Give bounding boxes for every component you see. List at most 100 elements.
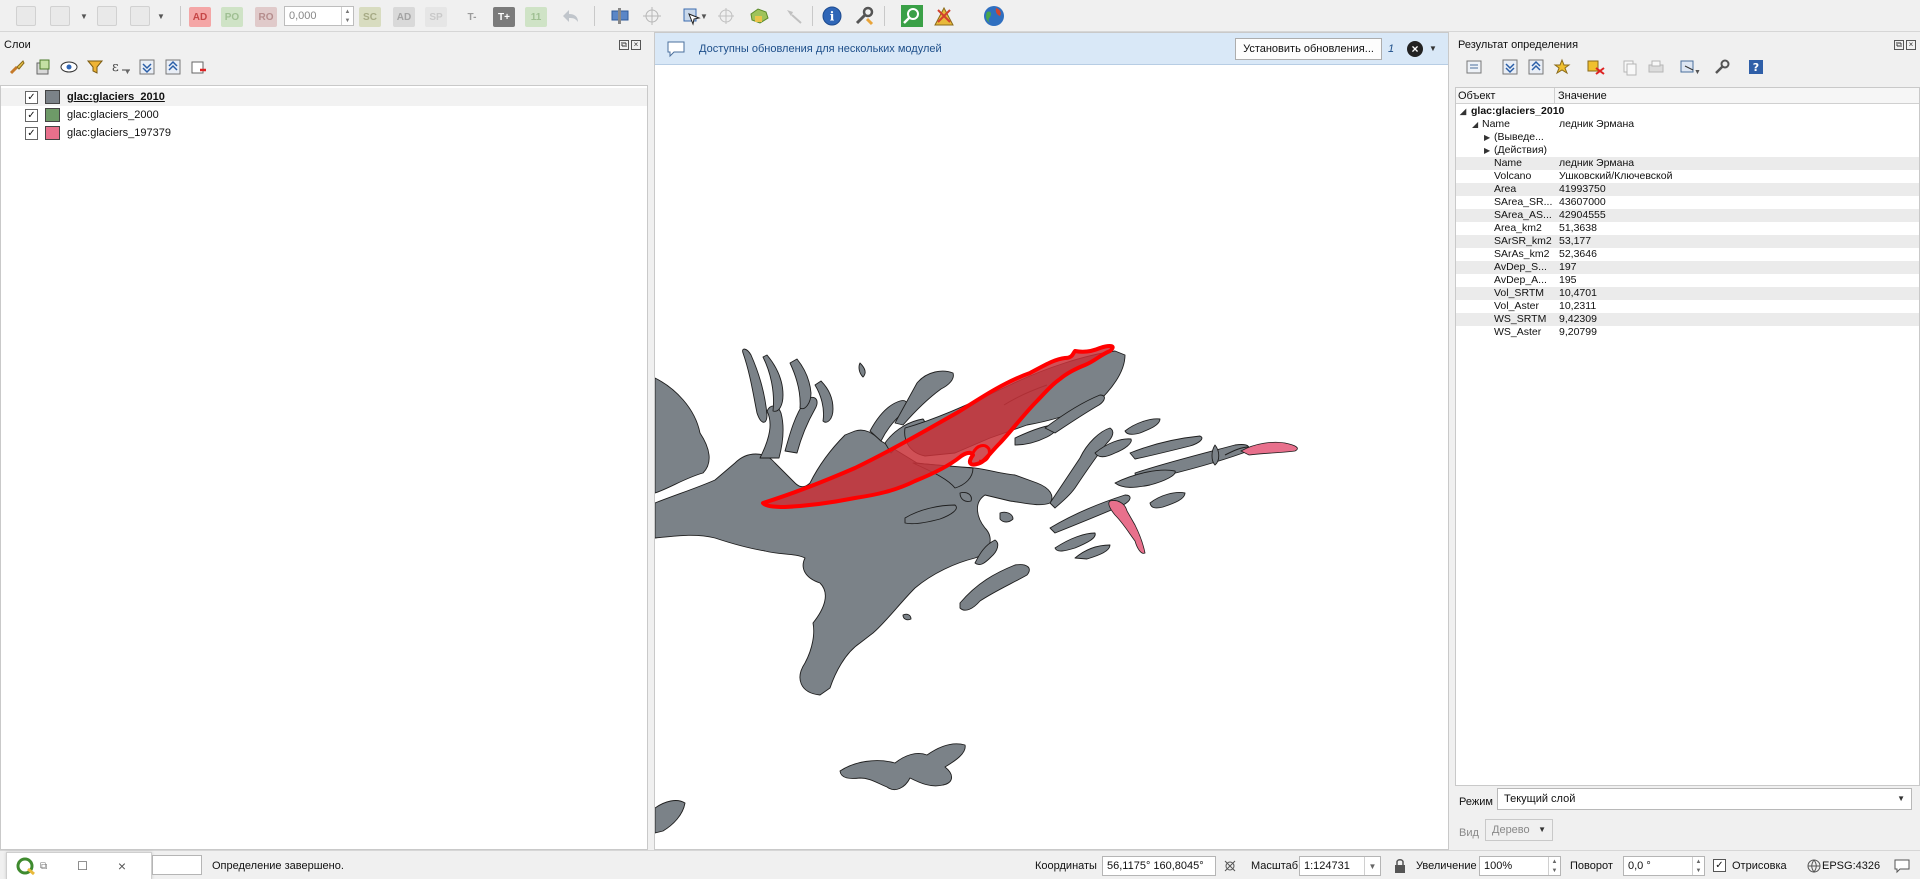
advanced-digitize-button[interactable]: AD (188, 4, 212, 28)
collapse-tree-icon[interactable] (1525, 57, 1547, 77)
layer-visibility-checkbox[interactable]: ✓ (25, 108, 38, 122)
crs-globe-icon[interactable] (1806, 858, 1822, 877)
attribute-row[interactable]: Vol_Aster 10,2311 (1456, 300, 1919, 313)
layer-visibility-checkbox[interactable]: ✓ (25, 90, 38, 104)
snap-tolerance-spinbox[interactable]: 0,000 ▲ ▼ (284, 6, 354, 26)
close-panel-button[interactable]: × (1906, 40, 1916, 50)
lock-scale-icon[interactable] (1393, 858, 1407, 877)
layer-row[interactable]: ✓ glac:glaciers_2010 (1, 88, 647, 106)
result-layer-row[interactable]: ◢ glac:glaciers_2010 (1456, 105, 1919, 118)
messages-icon[interactable] (1893, 857, 1911, 878)
restore-window-icon[interactable]: ⧉ (40, 861, 47, 872)
select-by-value-icon[interactable] (714, 4, 738, 28)
clear-results-icon[interactable] (1585, 57, 1607, 77)
install-updates-button[interactable]: Установить обновления... (1235, 38, 1382, 60)
attribute-row[interactable]: WS_Aster 9,20799 (1456, 326, 1919, 339)
attribute-row[interactable]: SArea_AS... 42904555 (1456, 209, 1919, 222)
coordinate-field[interactable]: 56,1175° 160,8045° (1102, 856, 1216, 876)
search-icon[interactable] (900, 4, 924, 28)
copy-feature-icon[interactable] (1619, 57, 1641, 77)
layer-row[interactable]: ✓ glac:glaciers_197379 (1, 124, 647, 142)
identify-selection-icon[interactable]: ▼ (1679, 57, 1701, 77)
collapse-triangle-icon[interactable]: ▶ (1484, 144, 1490, 157)
attribute-row[interactable]: Volcano Ушковский/Ключевской (1456, 170, 1919, 183)
attribute-row[interactable]: Area 41993750 (1456, 183, 1919, 196)
render-checkbox[interactable]: ✓ (1713, 859, 1726, 872)
attribute-row[interactable]: Area_km2 51,3638 (1456, 222, 1919, 235)
locator-search-input[interactable] (152, 855, 202, 875)
map-canvas[interactable]: Доступны обновления для нескольких модул… (654, 32, 1449, 850)
crosshair-icon[interactable] (640, 4, 664, 28)
map-tips-icon[interactable] (608, 4, 632, 28)
expand-triangle-icon[interactable]: ◢ (1460, 105, 1466, 118)
expand-tree-icon[interactable] (1499, 57, 1521, 77)
taskbar-thumbnail[interactable]: ⧉ ☐ × (6, 852, 152, 879)
crs-label[interactable]: EPSG:4326 (1822, 860, 1880, 872)
deselect-icon[interactable] (748, 4, 772, 28)
close-window-icon[interactable]: × (118, 858, 126, 874)
rotate-tool-button[interactable]: RO (254, 4, 278, 28)
scale-field[interactable]: 1:124731 ▼ (1299, 856, 1381, 876)
attribute-row[interactable]: WS_SRTM 9,42309 (1456, 313, 1919, 326)
derived-attributes-row[interactable]: ▶ (Выведе... (1456, 131, 1919, 144)
close-icon[interactable]: × (1407, 41, 1423, 57)
map-drawing[interactable] (655, 33, 1448, 849)
style-brush-icon[interactable] (6, 57, 28, 77)
mode-select[interactable]: Текущий слой ▼ (1497, 788, 1912, 810)
actions-row[interactable]: ▶ (Действия) (1456, 144, 1919, 157)
undo-icon[interactable] (558, 4, 582, 28)
split-parts-button[interactable]: SP (424, 4, 448, 28)
add-ring-button[interactable]: AD (392, 4, 416, 28)
expression-filter-icon[interactable]: ε ▼ (110, 57, 132, 77)
chevron-down-icon[interactable]: ▼ (1364, 857, 1380, 875)
maximize-window-icon[interactable]: ☐ (77, 859, 88, 873)
collapse-triangle-icon[interactable]: ▶ (1484, 131, 1490, 144)
attribute-row[interactable]: Name ледник Эрмана (1456, 157, 1919, 170)
result-feature-row[interactable]: ◢ Name ледник Эрмана (1456, 118, 1919, 131)
identify-info-icon[interactable]: i (820, 4, 844, 28)
attribute-row[interactable]: SArAs_km2 52,3646 (1456, 248, 1919, 261)
rotation-field[interactable]: 0,0 ° ▲ ▼ (1623, 856, 1705, 876)
print-icon[interactable] (1645, 57, 1667, 77)
trim-button[interactable]: T- (460, 4, 484, 28)
extent-toggle-icon[interactable] (1222, 858, 1238, 877)
form-view-icon[interactable] (1463, 57, 1485, 77)
chevron-down-icon[interactable]: ▼ (700, 12, 708, 21)
attribute-row[interactable]: AvDep_A... 195 (1456, 274, 1919, 287)
deselect-all-icon[interactable] (782, 4, 806, 28)
plugin-tools-icon[interactable] (932, 4, 956, 28)
chevron-down-icon[interactable]: ▼ (1429, 44, 1437, 53)
attribute-row[interactable]: SArSR_km2 53,177 (1456, 235, 1919, 248)
layers-tree[interactable]: ✓ glac:glaciers_2010 ✓ glac:glaciers_200… (0, 85, 648, 850)
help-icon[interactable]: ? (1745, 57, 1767, 77)
scale-tool-button[interactable]: SC (358, 4, 382, 28)
col-value[interactable]: Значение (1558, 90, 1607, 102)
close-panel-button[interactable]: × (631, 40, 641, 50)
chevron-down-icon[interactable]: ▼ (157, 12, 165, 21)
magnifier-field[interactable]: 100% ▲ ▼ (1479, 856, 1561, 876)
add-group-icon[interactable] (32, 57, 54, 77)
layer-row[interactable]: ✓ glac:glaciers_2000 (1, 106, 647, 124)
chevron-down-icon[interactable]: ▼ (80, 12, 88, 21)
merge-features-icon[interactable] (95, 4, 119, 28)
identify-results-tree[interactable]: Объект Значение ◢ glac:glaciers_2010 ◢ N… (1455, 87, 1920, 786)
attribute-row[interactable]: Vol_SRTM 10,4701 (1456, 287, 1919, 300)
view-select[interactable]: Дерево ▼ (1485, 819, 1553, 841)
collapse-all-icon[interactable] (162, 57, 184, 77)
layer-visibility-checkbox[interactable]: ✓ (25, 126, 38, 140)
globe-icon[interactable] (982, 4, 1006, 28)
vertex-tool-icon[interactable] (48, 4, 72, 28)
offset-curve-button[interactable]: 11 (524, 4, 548, 28)
attribute-row[interactable]: AvDep_S... 197 (1456, 261, 1919, 274)
identify-settings-icon[interactable] (1711, 57, 1733, 77)
filter-icon[interactable] (84, 57, 106, 77)
attribute-row[interactable]: SArea_SR... 43607000 (1456, 196, 1919, 209)
split-features-icon[interactable] (128, 4, 152, 28)
extend-button[interactable]: T+ (492, 4, 516, 28)
wrench-icon[interactable] (852, 4, 876, 28)
eye-icon[interactable] (58, 57, 80, 77)
digitize-icon[interactable] (14, 4, 38, 28)
float-panel-button[interactable]: ⧉ (1894, 40, 1904, 50)
polygon-tool-button[interactable]: PO (220, 4, 244, 28)
expand-triangle-icon[interactable]: ◢ (1472, 118, 1478, 131)
